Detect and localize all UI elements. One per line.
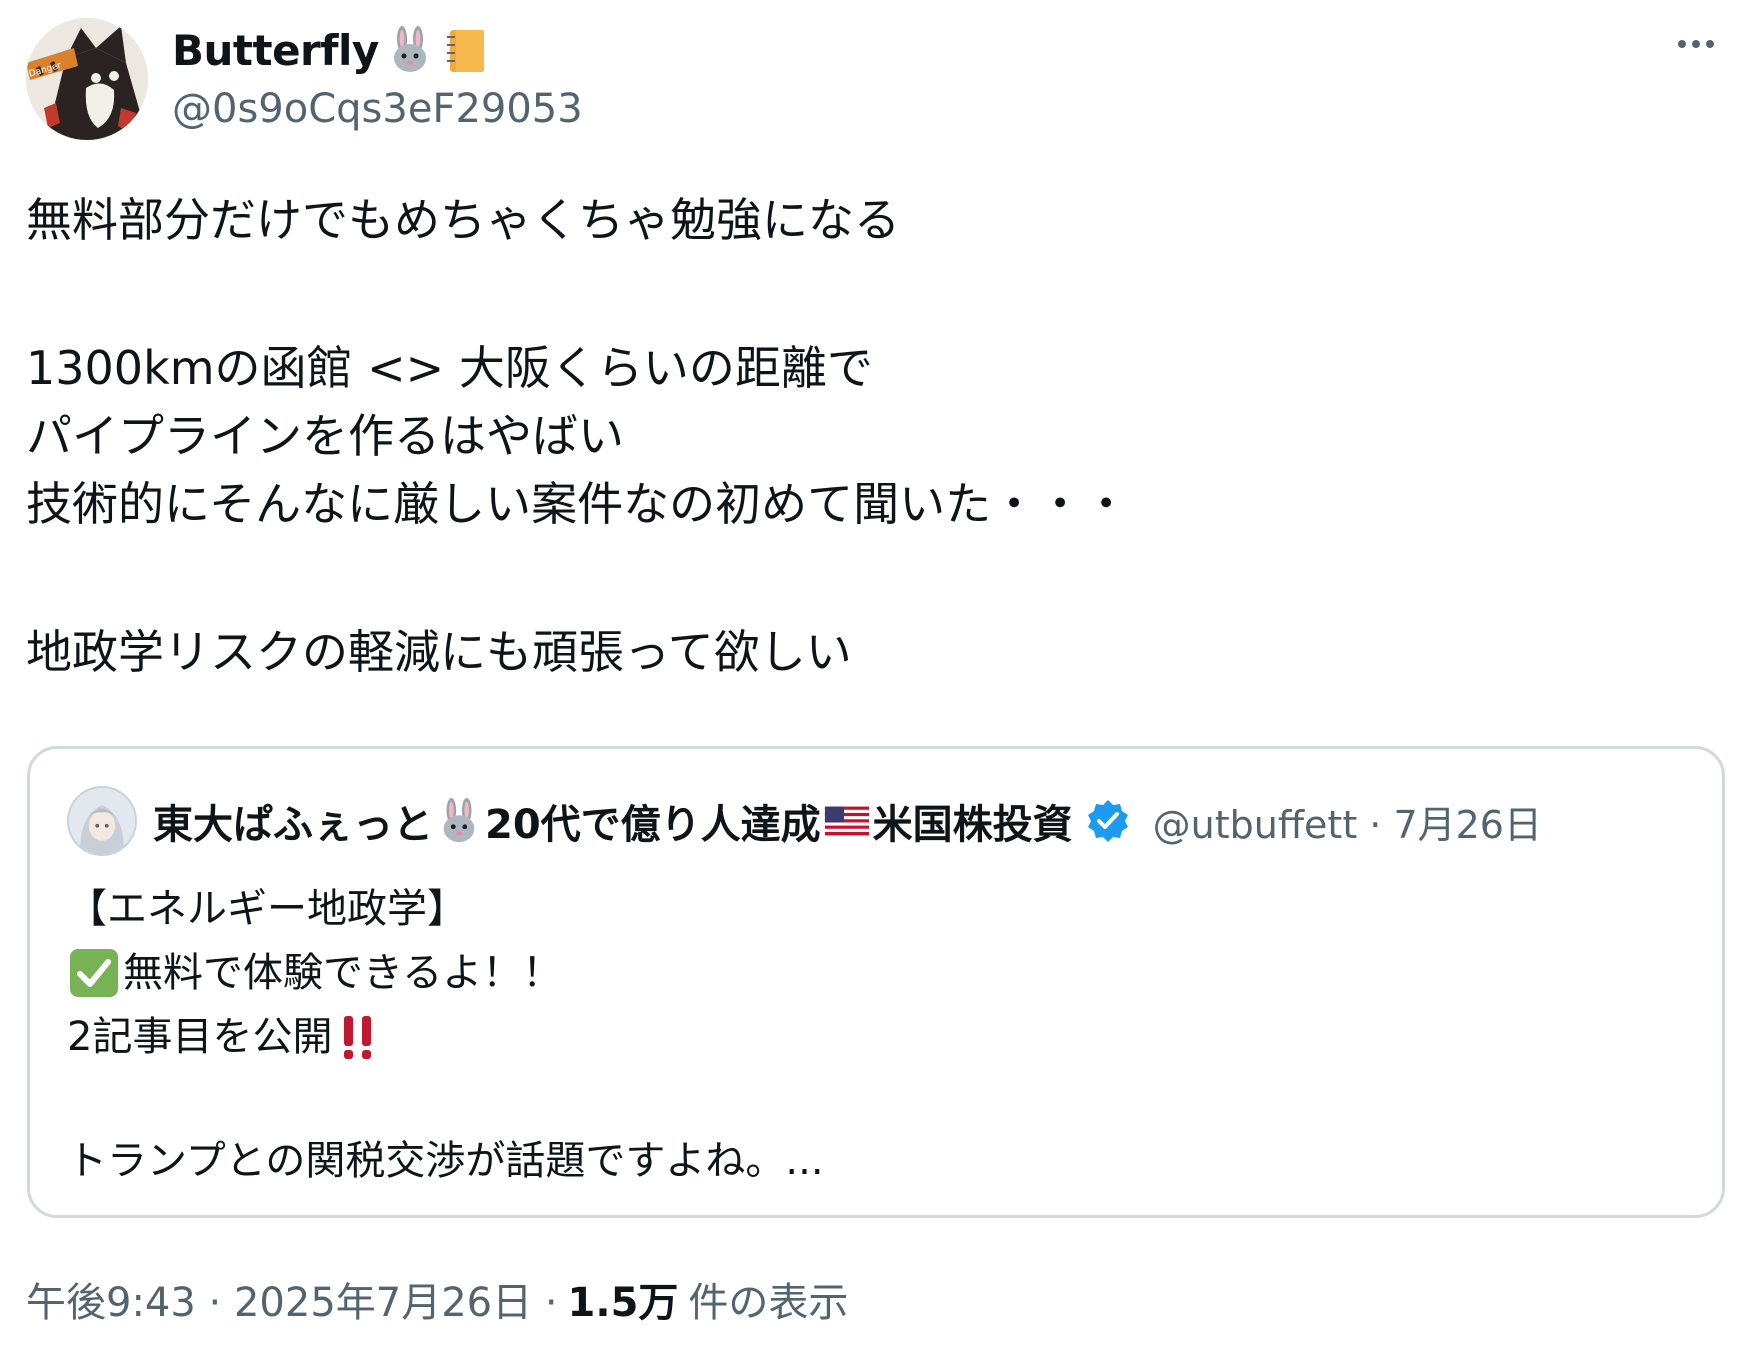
dot-icon <box>1678 40 1686 48</box>
quoted-tweet-card[interactable]: 東大ぱふぇっと 20代で億り人達成 米国株投資 @utbuffett · 7月2… <box>27 746 1725 1218</box>
author-avatar[interactable]: Danger <box>26 18 148 140</box>
check-mark-button-icon <box>67 946 121 1000</box>
view-count-label: 件の表示 <box>688 1280 849 1326</box>
quoted-author-handle-date[interactable]: @utbuffett · 7月26日 <box>1153 794 1542 849</box>
tweet: Danger Butterfly @0s9oCqs3eF29053 無料部分だけ… <box>0 0 1750 1345</box>
tweet-timestamp[interactable]: 午後9:43 · 2025年7月26日 · <box>26 1270 558 1328</box>
tweet-text-line: 無料部分だけでもめちゃくちゃ勉強になる <box>26 193 900 247</box>
double-exclamation-icon <box>332 1010 386 1064</box>
quoted-author-name-part: 20代で億り人達成 <box>485 802 821 848</box>
quoted-text-span: 無料で体験できるよ！！ <box>123 950 563 996</box>
dot-icon <box>1692 40 1700 48</box>
view-count[interactable]: 1.5万 <box>568 1270 679 1328</box>
quoted-text-line: 2記事目を公開 <box>67 1005 824 1069</box>
author-name-row[interactable]: Butterfly <box>172 20 491 80</box>
notebook-icon <box>441 25 491 75</box>
quoted-text-line: 【エネルギー地政学】 <box>67 886 467 932</box>
quoted-author-name-part: 米国株投資 <box>872 802 1073 848</box>
us-flag-icon <box>823 797 871 845</box>
tweet-text-line: パイプラインを作るはやばい <box>26 409 624 463</box>
tweet-text-line: 技術的にそんなに厳しい案件なの初めて聞いた・・・ <box>26 477 1130 531</box>
rabbit-face-icon <box>385 25 435 75</box>
author-handle[interactable]: @0s9oCqs3eF29053 <box>172 86 583 132</box>
quoted-author-name-part: 東大ぱふぇっと <box>153 802 433 848</box>
tweet-metadata: 午後9:43 · 2025年7月26日 · 1.5万 件の表示 <box>26 1270 848 1328</box>
tweet-text-line: 地政学リスクの軽減にも頑張って欲しい <box>26 625 852 679</box>
tweet-text-line: 1300kmの函館 <> 大阪くらいの距離で <box>26 341 873 395</box>
author-avatar-image: Danger <box>26 18 148 140</box>
verified-badge-icon <box>1087 800 1128 842</box>
quoted-tweet-text: 【エネルギー地政学】 無料で体験できるよ！！ 2記事目を公開 トランプとの関税交… <box>67 877 824 1193</box>
quoted-text-span: 2記事目を公開 <box>67 1014 333 1060</box>
author-display-name[interactable]: Butterfly <box>172 26 379 75</box>
quoted-text-line: トランプとの関税交渉が話題ですよね。... <box>67 1138 824 1184</box>
tweet-text: 無料部分だけでもめちゃくちゃ勉強になる 1300kmの函館 <> 大阪くらいの距… <box>26 186 1526 686</box>
dot-icon <box>1706 40 1714 48</box>
quoted-author-avatar <box>67 786 137 856</box>
more-options-button[interactable] <box>1666 24 1726 64</box>
rabbit-face-icon <box>435 797 483 845</box>
quoted-author-name[interactable]: 東大ぱふぇっと 20代で億り人達成 米国株投資 <box>153 792 1073 850</box>
quoted-text-line: 無料で体験できるよ！！ <box>67 941 824 1005</box>
quoted-tweet-header: 東大ぱふぇっと 20代で億り人達成 米国株投資 @utbuffett · 7月2… <box>67 785 1542 857</box>
